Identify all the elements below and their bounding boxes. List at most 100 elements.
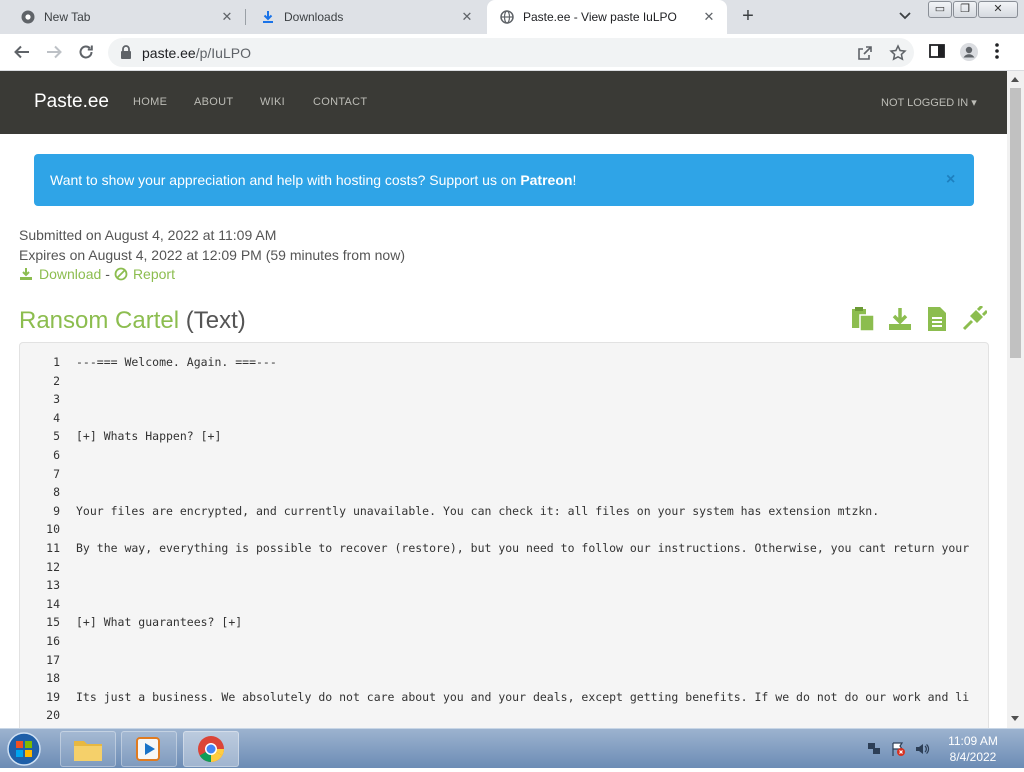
line-number: 9 (53, 503, 60, 518)
code-line: 20 (20, 706, 76, 725)
raw-file-icon[interactable] (924, 306, 950, 332)
line-number: 4 (53, 410, 60, 425)
caret-down-icon: ▾ (971, 97, 977, 109)
chrome-icon (20, 9, 36, 25)
taskbar-media-player-button[interactable] (121, 731, 177, 767)
download-icon (20, 268, 32, 280)
clock-date: 8/4/2022 (949, 750, 997, 764)
address-bar[interactable]: paste.ee/p/IuLPO (108, 38, 914, 67)
volume-icon[interactable] (914, 741, 930, 757)
close-tab-icon[interactable]: ✕ (219, 9, 235, 25)
profile-avatar-icon[interactable] (959, 42, 979, 62)
tab-strip: New Tab ✕ Downloads ✕ Paste.ee - View pa… (0, 0, 1024, 34)
account-dropdown[interactable]: NOT LOGGED IN ▾ (881, 96, 977, 109)
back-icon[interactable] (11, 41, 33, 63)
tab-search-icon[interactable] (896, 9, 914, 25)
tab-title: Downloads (284, 10, 344, 24)
submitted-date: Submitted on August 4, 2022 at 11:09 AM (19, 227, 277, 243)
line-text: Your files are encrypted, and currently … (76, 503, 880, 518)
code-line: 10 (20, 520, 76, 539)
alert-message: Want to show your appreciation and help … (50, 172, 576, 188)
new-tab-button[interactable]: + (737, 6, 759, 27)
forward-icon[interactable] (43, 41, 65, 63)
minimize-button[interactable]: ▭ (928, 1, 952, 18)
close-tab-icon[interactable]: ✕ (459, 9, 475, 25)
line-number: 7 (53, 466, 60, 481)
site-navbar: Paste.ee HOME ABOUT WIKI CONTACT NOT LOG… (0, 71, 1007, 134)
expires-date: Expires on August 4, 2022 at 12:09 PM (5… (19, 247, 405, 263)
line-text: [+] Whats Happen? [+] (76, 429, 222, 444)
nav-about[interactable]: ABOUT (194, 96, 233, 108)
code-line: 3 (20, 390, 76, 409)
tab-downloads[interactable]: Downloads ✕ (240, 0, 485, 34)
download-file-icon[interactable] (887, 306, 913, 332)
paste-title: Ransom Cartel (Text) (19, 307, 246, 335)
line-number: 11 (46, 541, 60, 555)
paste-code-block: 1 ---=== Welcome. Again. ===--- 2 3 4 5 [+… (19, 342, 989, 728)
alert-close-button[interactable]: × (946, 171, 955, 189)
line-number: 3 (53, 392, 60, 407)
download-icon (260, 9, 276, 25)
line-number: 18 (46, 671, 60, 686)
close-window-button[interactable]: ✕ (978, 1, 1018, 18)
close-tab-icon[interactable]: ✕ (701, 9, 717, 25)
globe-icon (499, 9, 515, 25)
bookmark-star-icon[interactable] (889, 44, 907, 62)
start-button[interactable] (4, 731, 46, 767)
code-line: 18 (20, 669, 76, 688)
restore-button[interactable]: ❐ (953, 1, 977, 18)
os-taskbar: 11:09 AM 8/4/2022 (0, 728, 1024, 768)
report-label: Report (132, 266, 175, 282)
scrollbar-thumb[interactable] (1010, 88, 1021, 358)
ban-icon (114, 267, 128, 281)
report-link[interactable]: Report (114, 266, 175, 282)
site-brand[interactable]: Paste.ee (34, 91, 109, 113)
taskbar-chrome-button[interactable] (183, 731, 239, 767)
action-center-flag-icon[interactable] (890, 741, 906, 757)
paste-name: Ransom Cartel (19, 307, 180, 334)
copy-icon[interactable] (850, 306, 876, 332)
reload-icon[interactable] (75, 41, 97, 63)
tab-paste-ee[interactable]: Paste.ee - View paste IuLPO ✕ (487, 0, 727, 34)
code-line: 2 (20, 372, 76, 391)
account-label: NOT LOGGED IN (881, 97, 969, 109)
page-scrollbar[interactable] (1007, 71, 1024, 728)
network-icon[interactable] (866, 741, 882, 757)
download-label: Download (39, 266, 102, 282)
code-line: 15 [+] What guarantees? [+] (20, 613, 242, 632)
code-line: 19 Its just a business. We absolutely do … (20, 688, 969, 707)
tab-title: New Tab (44, 10, 91, 24)
url-text: paste.ee/p/IuLPO (142, 45, 251, 61)
line-number: 12 (46, 559, 60, 574)
nav-contact[interactable]: CONTACT (313, 96, 367, 108)
scroll-up-arrow-icon[interactable] (1011, 77, 1019, 82)
link-separator: - (105, 266, 110, 282)
code-line: 4 (20, 409, 76, 428)
line-number: 6 (53, 448, 60, 462)
scroll-down-arrow-icon[interactable] (1011, 716, 1019, 721)
side-panel-icon[interactable] (928, 42, 948, 62)
patreon-link[interactable]: Patreon (520, 172, 572, 188)
share-icon[interactable] (856, 44, 874, 62)
line-text: By the way, everything is possible to re… (76, 541, 970, 555)
embed-plug-icon[interactable] (961, 304, 989, 332)
line-number: 2 (53, 373, 60, 388)
menu-kebab-icon[interactable] (994, 42, 1014, 62)
code-line: 6 (20, 446, 76, 465)
folder-icon (74, 741, 102, 761)
nav-home[interactable]: HOME (133, 96, 167, 108)
code-line: 14 (20, 595, 76, 614)
taskbar-explorer-button[interactable] (60, 731, 116, 767)
nav-wiki[interactable]: WIKI (260, 96, 285, 108)
download-link[interactable]: Download (19, 266, 101, 282)
line-number: 17 (46, 652, 60, 667)
browser-toolbar: paste.ee/p/IuLPO (0, 34, 1024, 71)
url-domain: paste.ee (142, 45, 196, 61)
page-content: Paste.ee HOME ABOUT WIKI CONTACT NOT LOG… (0, 71, 1007, 728)
tab-new-tab[interactable]: New Tab ✕ (0, 0, 245, 34)
line-number: 13 (46, 578, 60, 593)
system-clock[interactable]: 11:09 AM 8/4/2022 (937, 733, 1009, 765)
code-line: 11 By the way, everything is possible to … (20, 539, 969, 558)
line-number: 16 (46, 634, 60, 648)
code-line: 12 (20, 558, 76, 577)
